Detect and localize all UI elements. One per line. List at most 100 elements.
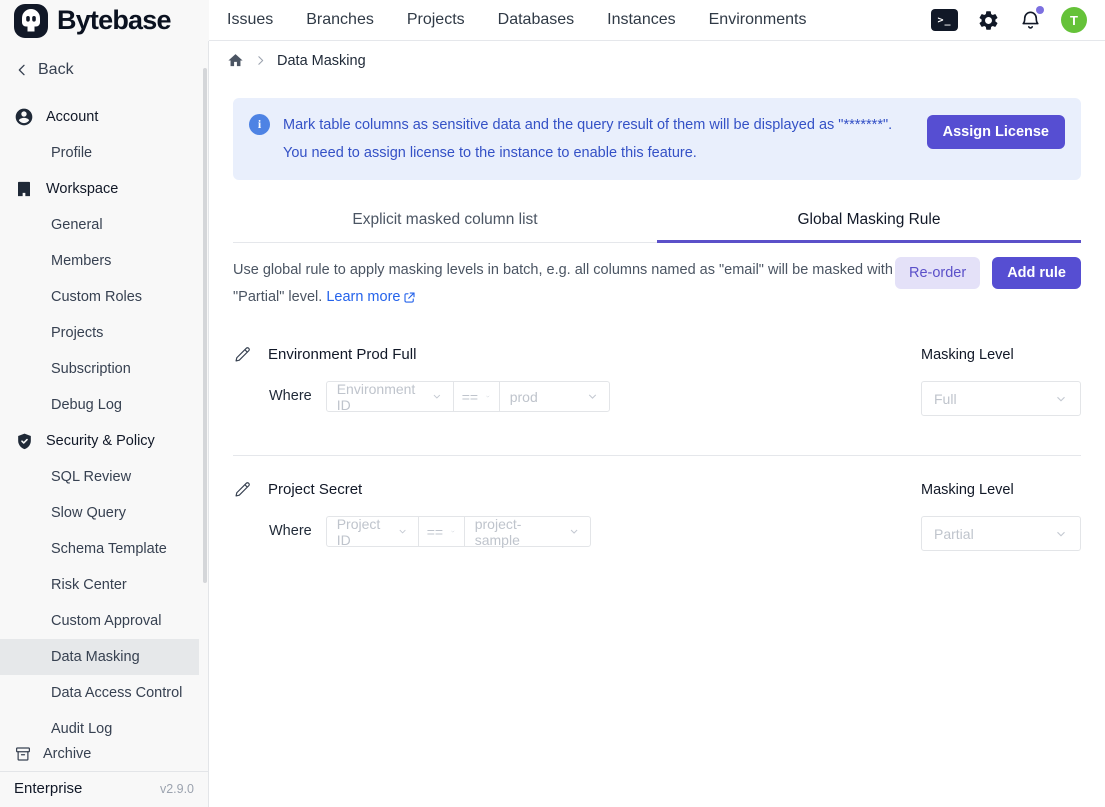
masking-rule-card: Project Secret Masking Level Where Proje… [233, 456, 1081, 551]
masking-tabs: Explicit masked column list Global Maski… [233, 201, 1081, 243]
condition-factor-value: Project ID [337, 516, 390, 548]
sidebar-item-slow-query[interactable]: Slow Query [0, 495, 208, 531]
masking-level-label: Masking Level [921, 482, 1081, 498]
where-label: Where [269, 381, 312, 412]
home-icon[interactable] [227, 52, 244, 69]
nav-item-issues[interactable]: Issues [227, 11, 273, 29]
bytebase-logo-icon [13, 3, 49, 39]
condition-operator-select[interactable]: == [418, 516, 465, 547]
user-avatar[interactable]: T [1061, 7, 1087, 33]
condition-operator-value: == [462, 389, 478, 405]
breadcrumb-current: Data Masking [277, 53, 366, 69]
sql-editor-terminal-icon[interactable]: >_ [931, 9, 958, 31]
notification-dot [1036, 6, 1044, 14]
chevron-down-icon [568, 525, 580, 538]
condition-factor-select[interactable]: Project ID [326, 516, 419, 547]
condition-factor-select[interactable]: Environment ID [326, 381, 454, 412]
tab-explicit-masked-column-list[interactable]: Explicit masked column list [233, 201, 657, 243]
sidebar-section-workspace: Workspace [0, 171, 208, 207]
settings-sidebar: Back Account Profile Workspace General [0, 41, 209, 807]
masking-level-value: Partial [934, 526, 974, 542]
rules-toolbar: Use global rule to apply masking levels … [233, 257, 1081, 311]
condition-value: project-sample [475, 516, 561, 548]
chevron-down-icon [397, 525, 408, 538]
nav-item-projects[interactable]: Projects [407, 11, 465, 29]
chevron-down-icon [450, 525, 456, 538]
sidebar-item-general[interactable]: General [0, 207, 208, 243]
sidebar-item-custom-approval[interactable]: Custom Approval [0, 603, 208, 639]
masking-rule-card: Environment Prod Full Masking Level Wher… [233, 311, 1081, 455]
masking-level-select[interactable]: Full [921, 381, 1081, 416]
condition-value-select[interactable]: project-sample [464, 516, 591, 547]
external-link-icon [402, 290, 417, 305]
sidebar-item-subscription[interactable]: Subscription [0, 351, 208, 387]
rule-title: Project Secret [268, 481, 362, 498]
archive-box-icon [14, 745, 32, 763]
banner-text: Mark table columns as sensitive data and… [283, 111, 900, 167]
reorder-button[interactable]: Re-order [895, 257, 980, 289]
license-info-banner: i Mark table columns as sensitive data a… [233, 98, 1081, 180]
info-icon: i [249, 114, 270, 135]
main-content: Data Masking i Mark table columns as sen… [209, 41, 1105, 807]
edit-pencil-icon[interactable] [233, 480, 252, 499]
banner-line-1: Mark table columns as sensitive data and… [283, 111, 900, 139]
sidebar-footer: Enterprise v2.9.0 [0, 771, 208, 807]
condition-operator-select[interactable]: == [453, 381, 500, 412]
tab-global-masking-rule[interactable]: Global Masking Rule [657, 201, 1081, 243]
sidebar-item-schema-template[interactable]: Schema Template [0, 531, 208, 567]
add-rule-button[interactable]: Add rule [992, 257, 1081, 289]
edit-pencil-icon[interactable] [233, 345, 252, 364]
learn-more-link[interactable]: Learn more [326, 284, 417, 311]
masking-level-select[interactable]: Partial [921, 516, 1081, 551]
sidebar-item-custom-roles[interactable]: Custom Roles [0, 279, 208, 315]
notifications-bell-icon[interactable] [1019, 9, 1042, 32]
chevron-down-icon [1054, 392, 1068, 406]
brand-logo[interactable]: Bytebase [0, 0, 209, 41]
section-label: Security & Policy [46, 433, 155, 449]
masking-level-value: Full [934, 391, 957, 407]
shield-check-icon [14, 432, 34, 451]
condition-value: prod [510, 389, 538, 405]
archive-label: Archive [43, 746, 91, 762]
sidebar-item-members[interactable]: Members [0, 243, 208, 279]
condition-value-select[interactable]: prod [499, 381, 610, 412]
sidebar-item-risk-center[interactable]: Risk Center [0, 567, 208, 603]
account-user-icon [14, 107, 34, 127]
section-label: Account [46, 109, 98, 125]
breadcrumb: Data Masking [209, 41, 1105, 78]
app-window: Bytebase Issues Branches Projects Databa… [0, 0, 1105, 807]
sidebar-item-audit-log[interactable]: Audit Log [0, 711, 208, 739]
nav-item-instances[interactable]: Instances [607, 11, 675, 29]
chevron-down-icon [485, 390, 491, 403]
plan-label: Enterprise [14, 780, 82, 797]
chevron-right-icon [254, 54, 267, 67]
banner-line-2: You need to assign license to the instan… [283, 139, 900, 167]
sidebar-item-archive[interactable]: Archive [0, 739, 208, 771]
nav-item-branches[interactable]: Branches [306, 11, 374, 29]
condition-factor-value: Environment ID [337, 381, 424, 413]
nav-item-environments[interactable]: Environments [709, 11, 807, 29]
chevron-left-icon [14, 62, 30, 78]
sidebar-item-sql-review[interactable]: SQL Review [0, 459, 208, 495]
nav-item-databases[interactable]: Databases [498, 11, 575, 29]
sidebar-item-data-access-control[interactable]: Data Access Control [0, 675, 208, 711]
sidebar-scrollbar[interactable] [203, 68, 207, 583]
top-nav-area: Issues Branches Projects Databases Insta… [209, 0, 1105, 41]
sidebar-item-profile[interactable]: Profile [0, 135, 208, 171]
back-button[interactable]: Back [0, 41, 208, 89]
rules-actions: Re-order Add rule [895, 257, 1081, 289]
assign-license-button[interactable]: Assign License [927, 115, 1065, 149]
sidebar-item-data-masking[interactable]: Data Masking [0, 639, 199, 675]
learn-more-label: Learn more [326, 284, 400, 311]
settings-gear-icon[interactable] [977, 9, 1000, 32]
condition-group: Project ID == project-sample [326, 516, 591, 547]
chevron-down-icon [1054, 527, 1068, 541]
workspace-building-icon [14, 180, 34, 198]
sidebar-item-debug-log[interactable]: Debug Log [0, 387, 208, 423]
chevron-down-icon [586, 390, 599, 403]
version-label: v2.9.0 [160, 782, 194, 796]
masking-level-label: Masking Level [921, 347, 1081, 363]
sidebar-item-projects[interactable]: Projects [0, 315, 208, 351]
brand-name: Bytebase [57, 5, 171, 36]
condition-group: Environment ID == prod [326, 381, 610, 412]
